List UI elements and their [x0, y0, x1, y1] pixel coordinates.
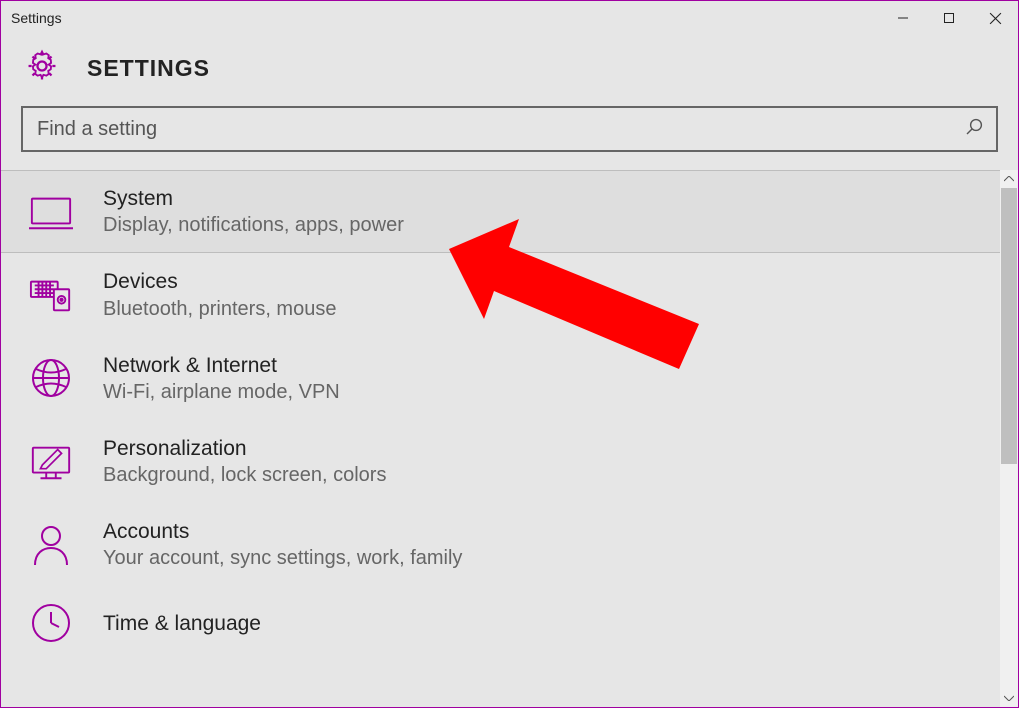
category-item-personalization[interactable]: Personalization Background, lock screen,…	[1, 420, 1000, 503]
gear-icon	[25, 49, 59, 88]
minimize-icon	[897, 12, 909, 24]
scroll-thumb[interactable]	[1001, 188, 1017, 464]
clock-icon	[29, 601, 73, 645]
page-title: SETTINGS	[87, 55, 210, 82]
scroll-up-button[interactable]	[1000, 170, 1018, 188]
close-button[interactable]	[972, 3, 1018, 33]
search-icon	[964, 117, 984, 142]
vertical-scrollbar[interactable]	[1000, 170, 1018, 707]
category-list: System Display, notifications, apps, pow…	[1, 170, 1000, 707]
category-title: Time & language	[103, 610, 261, 637]
maximize-icon	[943, 12, 955, 24]
minimize-button[interactable]	[880, 3, 926, 33]
header: SETTINGS	[1, 35, 1018, 106]
category-title: Network & Internet	[103, 352, 340, 379]
scroll-track[interactable]	[1000, 188, 1018, 689]
settings-window: Settings SETTINGS	[0, 0, 1019, 708]
maximize-button[interactable]	[926, 3, 972, 33]
window-title: Settings	[11, 10, 62, 26]
category-subtitle: Your account, sync settings, work, famil…	[103, 545, 462, 571]
category-subtitle: Bluetooth, printers, mouse	[103, 296, 336, 322]
category-item-system[interactable]: System Display, notifications, apps, pow…	[1, 170, 1000, 253]
close-icon	[989, 12, 1002, 25]
search-box[interactable]	[21, 106, 998, 152]
category-title: Personalization	[103, 435, 386, 462]
category-subtitle: Background, lock screen, colors	[103, 462, 386, 488]
chevron-down-icon	[1004, 695, 1014, 701]
category-item-network[interactable]: Network & Internet Wi-Fi, airplane mode,…	[1, 337, 1000, 420]
titlebar: Settings	[1, 1, 1018, 35]
personalize-icon	[29, 440, 73, 484]
search-input[interactable]	[37, 118, 964, 141]
category-title: Accounts	[103, 518, 462, 545]
globe-icon	[29, 356, 73, 400]
category-item-devices[interactable]: Devices Bluetooth, printers, mouse	[1, 253, 1000, 336]
category-subtitle: Wi-Fi, airplane mode, VPN	[103, 379, 340, 405]
chevron-up-icon	[1004, 176, 1014, 182]
category-title: Devices	[103, 268, 336, 295]
category-item-accounts[interactable]: Accounts Your account, sync settings, wo…	[1, 503, 1000, 586]
monitor-icon	[29, 190, 73, 234]
person-icon	[29, 523, 73, 567]
category-subtitle: Display, notifications, apps, power	[103, 212, 404, 238]
scroll-down-button[interactable]	[1000, 689, 1018, 707]
category-item-time-language[interactable]: Time & language	[1, 586, 1000, 660]
category-title: System	[103, 185, 404, 212]
devices-icon	[29, 273, 73, 317]
